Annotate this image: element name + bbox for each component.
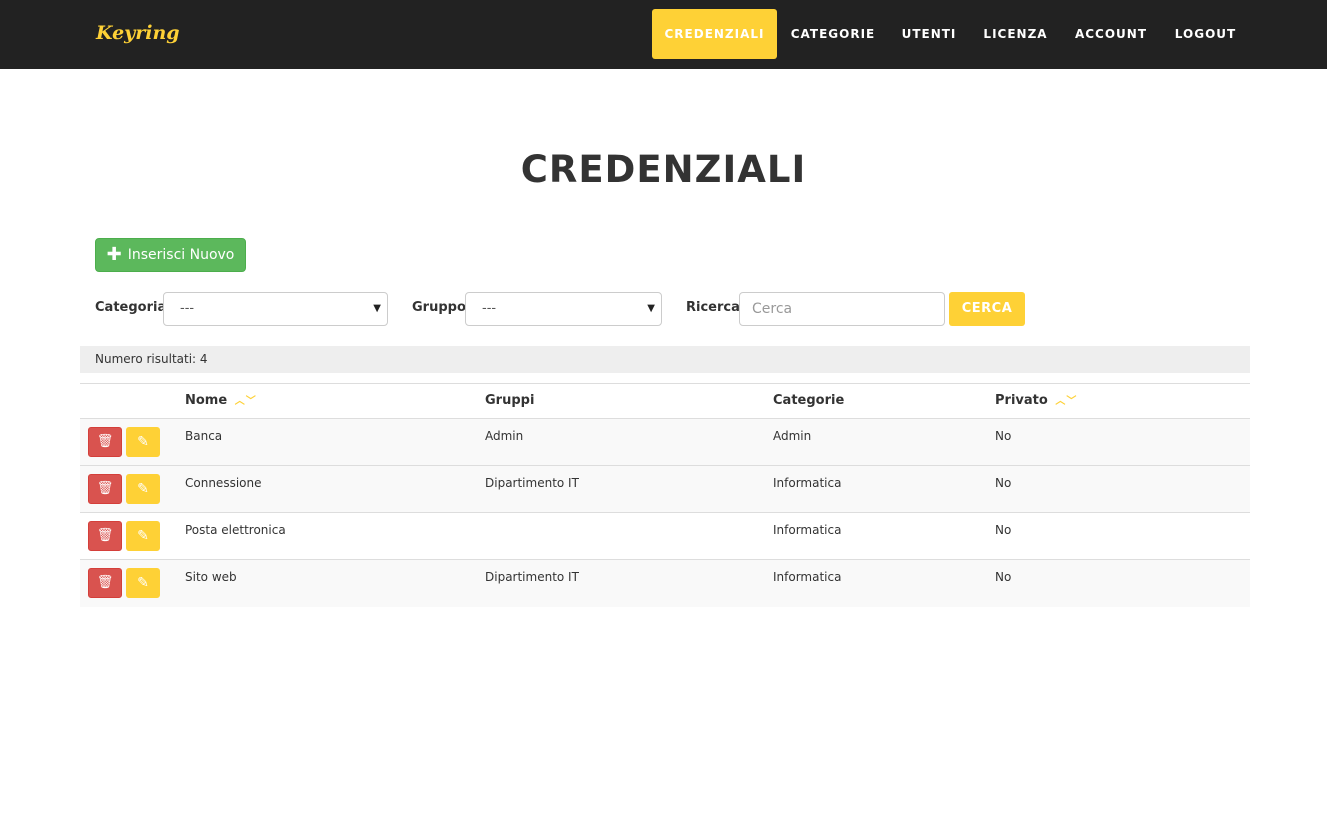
header-privato: Privato ︿﹀ [995, 384, 1076, 419]
delete-button[interactable]: 🗑 [88, 568, 122, 598]
trash-icon: 🗑 [96, 528, 114, 543]
delete-button[interactable]: 🗑 [88, 474, 122, 504]
gruppo-label: Gruppo [412, 300, 466, 315]
cell-privato: No [995, 570, 1012, 584]
cell-nome: Connessione [185, 476, 262, 490]
table-header: Nome ︿﹀ Gruppi Categorie Privato ︿﹀ [80, 384, 1250, 419]
edit-button[interactable]: ✎ [126, 427, 160, 457]
trash-icon: 🗑 [96, 481, 114, 496]
add-new-button[interactable]: ✚ Inserisci Nuovo [95, 238, 246, 272]
pencil-icon: ✎ [137, 575, 149, 591]
pencil-icon: ✎ [137, 528, 149, 544]
brand-logo[interactable]: Keyring [96, 22, 180, 44]
edit-button[interactable]: ✎ [126, 521, 160, 551]
cell-categorie: Informatica [773, 570, 842, 584]
trash-icon: 🗑 [96, 434, 114, 449]
caret-down-icon: ▼ [373, 303, 381, 314]
header-privato-label: Privato [995, 393, 1048, 408]
delete-button[interactable]: 🗑 [88, 521, 122, 551]
gruppo-select[interactable]: --- ▼ [465, 292, 662, 326]
cell-gruppi: Admin [485, 429, 524, 443]
edit-button[interactable]: ✎ [126, 568, 160, 598]
results-count: Numero risultati: 4 [80, 346, 1250, 373]
plus-icon: ✚ [106, 244, 122, 265]
chevron-up-icon[interactable]: ︿ [1055, 396, 1065, 407]
nav-item-credenziali[interactable]: CREDENZIALI [652, 9, 777, 59]
page-title: CREDENZIALI [520, 148, 807, 191]
cell-privato: No [995, 429, 1012, 443]
chevron-up-icon[interactable]: ︿ [235, 396, 245, 407]
nav-item-logout[interactable]: LOGOUT [1166, 9, 1245, 59]
cell-categorie: Informatica [773, 523, 842, 537]
cell-categorie: Informatica [773, 476, 842, 490]
header-nome: Nome ︿﹀ [185, 384, 256, 419]
trash-icon: 🗑 [96, 575, 114, 590]
categoria-label: Categoria [95, 300, 167, 315]
pencil-icon: ✎ [137, 434, 149, 450]
table-row: 🗑 ✎ Posta elettronica Informatica No [80, 513, 1250, 560]
categoria-select-value: --- [180, 301, 195, 316]
nav-item-licenza[interactable]: LICENZA [975, 9, 1056, 59]
cell-nome: Sito web [185, 570, 237, 584]
nav-item-account[interactable]: ACCOUNT [1066, 9, 1156, 59]
delete-button[interactable]: 🗑 [88, 427, 122, 457]
chevron-down-icon[interactable]: ﹀ [1066, 396, 1076, 407]
ricerca-label: Ricerca [686, 300, 740, 315]
header-nome-label: Nome [185, 393, 228, 408]
table-row: 🗑 ✎ Connessione Dipartimento IT Informat… [80, 466, 1250, 513]
nav-item-utenti[interactable]: UTENTI [894, 9, 964, 59]
search-input[interactable] [739, 292, 945, 326]
header-gruppi: Gruppi [485, 393, 535, 408]
table-row: 🗑 ✎ Sito web Dipartimento IT Informatica… [80, 560, 1250, 607]
pencil-icon: ✎ [137, 481, 149, 497]
cell-nome: Banca [185, 429, 223, 443]
cell-privato: No [995, 523, 1012, 537]
navbar: Keyring CREDENZIALI CATEGORIE UTENTI LIC… [0, 0, 1327, 69]
cell-gruppi: Dipartimento IT [485, 476, 579, 490]
caret-down-icon: ▼ [647, 303, 655, 314]
chevron-down-icon[interactable]: ﹀ [246, 396, 256, 407]
nav-item-categorie[interactable]: CATEGORIE [782, 9, 884, 59]
add-new-button-label: Inserisci Nuovo [127, 247, 235, 263]
table-row: 🗑 ✎ Banca Admin Admin No [80, 419, 1250, 466]
gruppo-select-value: --- [482, 301, 497, 316]
cell-privato: No [995, 476, 1012, 490]
credentials-table: Nome ︿﹀ Gruppi Categorie Privato ︿﹀ 🗑 ✎ … [80, 383, 1250, 607]
cell-gruppi: Dipartimento IT [485, 570, 579, 584]
cell-categorie: Admin [773, 429, 812, 443]
edit-button[interactable]: ✎ [126, 474, 160, 504]
cell-nome: Posta elettronica [185, 523, 286, 537]
header-categorie: Categorie [773, 393, 845, 408]
categoria-select[interactable]: --- ▼ [163, 292, 388, 326]
search-button[interactable]: CERCA [949, 292, 1025, 326]
